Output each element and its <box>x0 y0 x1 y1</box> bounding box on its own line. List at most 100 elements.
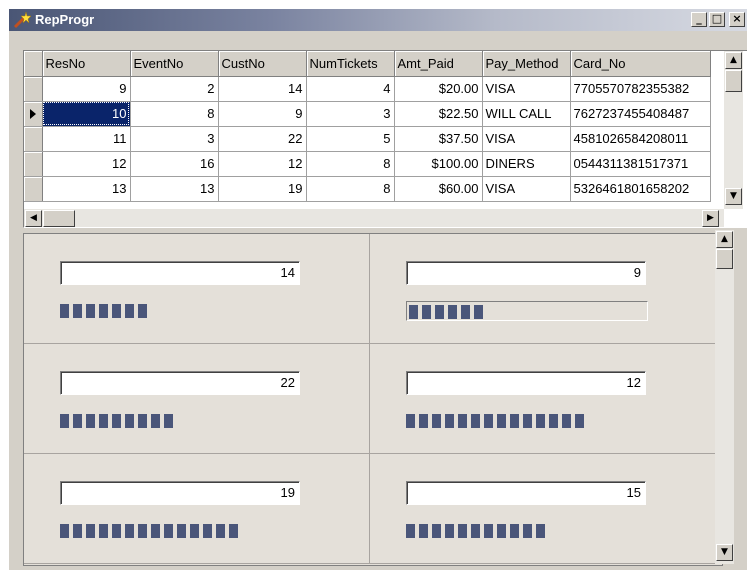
value-field[interactable]: 9 <box>406 261 646 285</box>
title-bar[interactable]: RepProgr _ □ × <box>9 9 747 31</box>
arrow-up-icon[interactable]: ▲ <box>716 231 733 248</box>
cell-custno[interactable]: 22 <box>218 126 307 152</box>
record-panel[interactable]: 14 <box>24 234 370 344</box>
progress-segment <box>445 524 454 538</box>
table-row[interactable]: 13 13 19 8 $60.00 VISA 5326461801658202 <box>24 176 711 202</box>
cell-numtickets[interactable]: 3 <box>306 101 395 127</box>
row-indicator[interactable] <box>24 151 43 177</box>
cell-card-no[interactable]: 7627237455408487 <box>570 101 711 127</box>
column-header-numtickets[interactable]: NumTickets <box>306 51 395 77</box>
cell-resno[interactable]: 12 <box>42 151 131 177</box>
cell-eventno[interactable]: 13 <box>130 176 219 202</box>
cell-amt-paid[interactable]: $22.50 <box>394 101 483 127</box>
table-row[interactable]: 9 2 14 4 $20.00 VISA 7705570782355382 <box>24 76 711 102</box>
arrow-down-icon[interactable]: ▼ <box>725 188 742 205</box>
minimize-button[interactable]: _ <box>691 12 707 27</box>
cell-custno[interactable]: 9 <box>218 101 307 127</box>
progress-segment <box>406 524 415 538</box>
column-header-amt-paid[interactable]: Amt_Paid <box>394 51 483 77</box>
progress-segment <box>203 524 212 538</box>
arrow-up-icon[interactable]: ▲ <box>725 52 742 69</box>
record-panel[interactable]: 15 <box>370 454 716 564</box>
record-panel[interactable]: 22 <box>24 344 370 454</box>
cell-custno[interactable]: 12 <box>218 151 307 177</box>
grid-horizontal-scrollbar[interactable]: ◀ ▶ <box>24 209 724 227</box>
cell-numtickets[interactable]: 8 <box>306 176 395 202</box>
progress-bar <box>406 521 648 541</box>
corner-cell <box>24 51 43 77</box>
cell-amt-paid[interactable]: $60.00 <box>394 176 483 202</box>
cell-pay-method[interactable]: VISA <box>482 76 571 102</box>
cell-pay-method[interactable]: DINERS <box>482 151 571 177</box>
panel-vscroll-thumb[interactable] <box>716 249 733 269</box>
record-panel[interactable]: 19 <box>24 454 370 564</box>
progress-segment <box>73 304 82 318</box>
cell-numtickets[interactable]: 8 <box>306 151 395 177</box>
table-row[interactable]: 11 3 22 5 $37.50 VISA 4581026584208011 <box>24 126 711 152</box>
progress-segment <box>86 304 95 318</box>
cell-amt-paid[interactable]: $20.00 <box>394 76 483 102</box>
row-indicator[interactable] <box>24 176 43 202</box>
cell-amt-paid[interactable]: $100.00 <box>394 151 483 177</box>
cell-eventno[interactable]: 16 <box>130 151 219 177</box>
record-panel[interactable]: 9 <box>370 234 716 344</box>
value-field[interactable]: 14 <box>60 261 300 285</box>
cell-eventno[interactable]: 3 <box>130 126 219 152</box>
cell-card-no[interactable]: 7705570782355382 <box>570 76 711 102</box>
progress-segment <box>406 414 415 428</box>
cell-card-no[interactable]: 0544311381517371 <box>570 151 711 177</box>
value-field[interactable]: 22 <box>60 371 300 395</box>
cell-resno[interactable]: 11 <box>42 126 131 152</box>
grid-vscroll-thumb[interactable] <box>725 70 742 92</box>
cell-numtickets[interactable]: 4 <box>306 76 395 102</box>
row-indicator-current[interactable] <box>24 101 43 127</box>
progress-segment <box>409 305 418 319</box>
cell-custno[interactable]: 19 <box>218 176 307 202</box>
record-panels: 14 9 22 12 19 15 <box>23 233 723 566</box>
cell-custno[interactable]: 14 <box>218 76 307 102</box>
cell-resno-selected[interactable]: 10 <box>42 101 131 127</box>
panel-vertical-scrollbar[interactable]: ▲ ▼ <box>715 230 734 564</box>
progress-segment <box>536 414 545 428</box>
progress-segment <box>562 414 571 428</box>
progress-segment <box>125 304 134 318</box>
column-header-resno[interactable]: ResNo <box>42 51 131 77</box>
cell-numtickets[interactable]: 5 <box>306 126 395 152</box>
value-field[interactable]: 12 <box>406 371 646 395</box>
cell-eventno[interactable]: 8 <box>130 101 219 127</box>
progress-segment <box>448 305 457 319</box>
arrow-down-icon[interactable]: ▼ <box>716 544 733 561</box>
progress-segment <box>422 305 431 319</box>
column-header-eventno[interactable]: EventNo <box>130 51 219 77</box>
reservations-grid[interactable]: ResNo EventNo CustNo NumTickets Amt_Paid… <box>23 50 747 228</box>
value-field[interactable]: 19 <box>60 481 300 505</box>
column-header-pay-method[interactable]: Pay_Method <box>482 51 571 77</box>
progress-segment <box>229 524 238 538</box>
cell-amt-paid[interactable]: $37.50 <box>394 126 483 152</box>
column-header-custno[interactable]: CustNo <box>218 51 307 77</box>
table-row[interactable]: 12 16 12 8 $100.00 DINERS 05443113815173… <box>24 151 711 177</box>
column-header-card-no[interactable]: Card_No <box>570 51 711 77</box>
table-row-current[interactable]: 10 8 9 3 $22.50 WILL CALL 76272374554084… <box>24 101 711 127</box>
close-button[interactable]: × <box>729 12 745 27</box>
grid-hscroll-thumb[interactable] <box>43 210 75 227</box>
cell-resno[interactable]: 9 <box>42 76 131 102</box>
progress-bar <box>60 411 302 431</box>
cell-pay-method[interactable]: VISA <box>482 126 571 152</box>
grid-vertical-scrollbar[interactable]: ▲ ▼ <box>724 51 743 209</box>
arrow-right-icon[interactable]: ▶ <box>702 210 719 227</box>
cell-eventno[interactable]: 2 <box>130 76 219 102</box>
progress-segment <box>497 414 506 428</box>
row-indicator[interactable] <box>24 126 43 152</box>
cell-pay-method[interactable]: VISA <box>482 176 571 202</box>
maximize-button[interactable]: □ <box>709 12 725 27</box>
arrow-left-icon[interactable]: ◀ <box>25 210 42 227</box>
progress-bar <box>60 301 302 321</box>
cell-card-no[interactable]: 4581026584208011 <box>570 126 711 152</box>
record-panel[interactable]: 12 <box>370 344 716 454</box>
cell-resno[interactable]: 13 <box>42 176 131 202</box>
value-field[interactable]: 15 <box>406 481 646 505</box>
row-indicator[interactable] <box>24 76 43 102</box>
cell-card-no[interactable]: 5326461801658202 <box>570 176 711 202</box>
cell-pay-method[interactable]: WILL CALL <box>482 101 571 127</box>
